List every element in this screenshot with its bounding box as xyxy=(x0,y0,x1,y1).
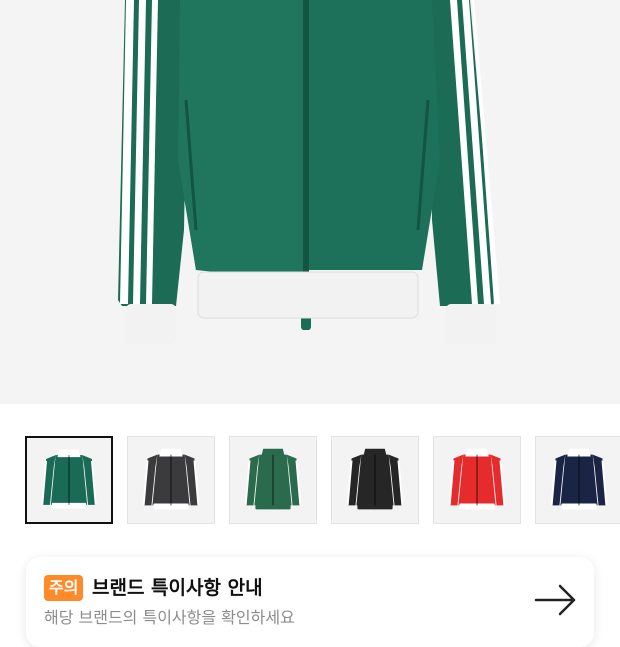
jacket-thumbnail-image xyxy=(41,449,97,509)
notice-subtitle: 해당 브랜드의 특이사항을 확인하세요 xyxy=(44,608,295,627)
thumbnail-red[interactable] xyxy=(433,436,521,524)
jacket-thumbnail-image xyxy=(346,448,404,510)
thumbnail-gallery xyxy=(0,404,620,544)
jacket-thumbnail-image xyxy=(448,448,506,510)
arrow-right-icon[interactable] xyxy=(534,583,578,617)
brand-notice-card[interactable]: 주의 브랜드 특이사항 안내 해당 브랜드의 특이사항을 확인하세요 xyxy=(26,557,594,647)
jacket-thumbnail-image xyxy=(142,448,200,510)
caution-badge: 주의 xyxy=(44,575,84,601)
thumbnail-dark-green[interactable] xyxy=(229,436,317,524)
thumbnail-black[interactable] xyxy=(331,436,419,524)
jacket-thumbnail-image xyxy=(550,448,608,510)
thumbnail-green-selected[interactable] xyxy=(25,436,113,524)
notice-title: 브랜드 특이사항 안내 xyxy=(92,577,263,599)
jacket-thumbnail-image xyxy=(244,448,302,510)
product-main-image[interactable] xyxy=(0,0,620,404)
thumbnail-navy[interactable] xyxy=(535,436,620,524)
track-jacket-image xyxy=(118,0,500,344)
thumbnail-gray[interactable] xyxy=(127,436,215,524)
